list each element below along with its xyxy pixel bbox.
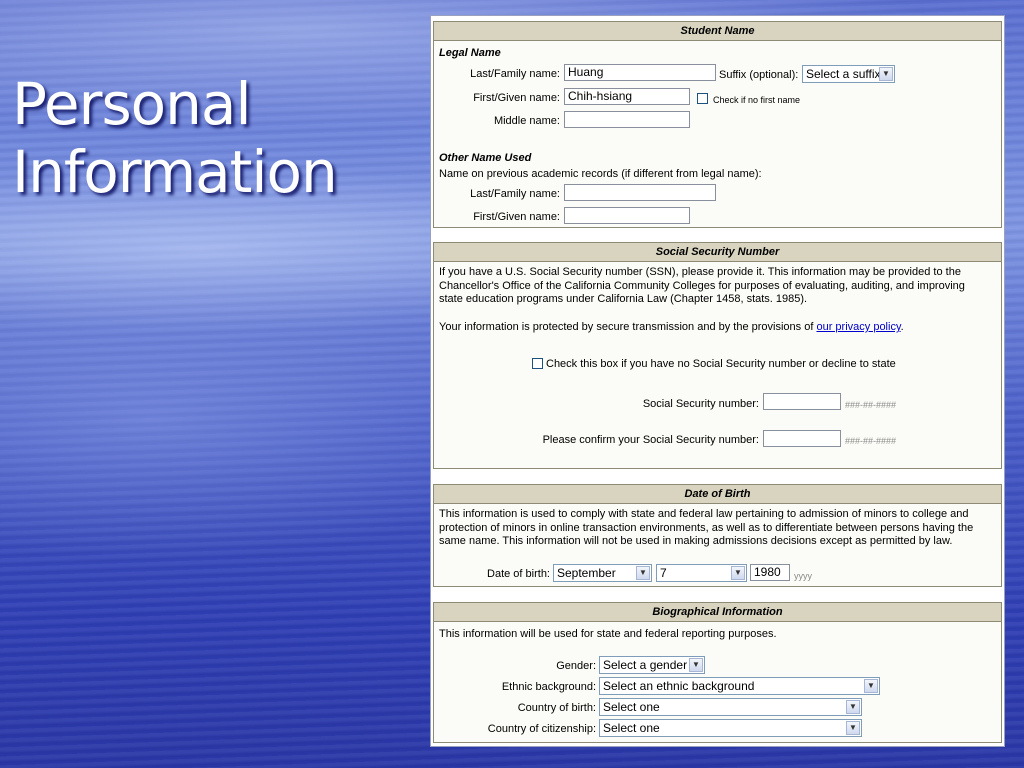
ssn-format-hint: ###-##-#### [845,400,897,410]
last-name-input[interactable]: Huang [564,64,716,81]
suffix-label: Suffix (optional): [719,69,799,81]
ssn-label: Social Security number: [642,398,759,410]
chevron-down-icon: ▼ [846,721,860,735]
student-name-section: Student Name Legal Name Last/Family name… [433,21,1002,228]
dob-intro: This information is used to comply with … [439,508,974,548]
slide-title-line-1: Personal [12,70,252,138]
last-name-label: Last/Family name: [470,68,560,80]
country-of-birth-select[interactable]: Select one ▼ [599,698,862,716]
chevron-down-icon: ▼ [731,566,745,580]
other-last-name-input[interactable] [564,184,716,201]
suffix-select[interactable]: Select a suffix ▼ [802,65,895,83]
section-header: Student Name [434,22,1001,41]
slide-title-line-2: Information [12,138,338,206]
section-header: Date of Birth [434,485,1001,504]
no-ssn-checkbox[interactable] [532,358,543,369]
other-last-name-label: Last/Family name: [470,188,560,200]
dob-month-select[interactable]: September ▼ [553,564,652,582]
suffix-select-value: Select a suffix [806,67,881,81]
dob-month-value: September [557,566,616,580]
section-header: Biographical Information [434,603,1001,622]
section-header: Social Security Number [434,243,1001,262]
middle-name-label: Middle name: [493,115,560,127]
country-of-citizenship-label: Country of citizenship: [487,723,596,735]
other-name-intro: Name on previous academic records (if di… [439,168,762,180]
country-of-birth-label: Country of birth: [517,702,596,714]
gender-label: Gender: [556,660,596,672]
country-of-citizenship-value: Select one [603,721,660,735]
slide-title: Personal Information [12,70,338,206]
other-first-name-input[interactable] [564,207,690,224]
other-name-heading: Other Name Used [439,152,532,164]
ethnic-background-value: Select an ethnic background [603,679,755,693]
chevron-down-icon: ▼ [879,67,893,81]
no-first-name-checkbox[interactable] [697,93,708,104]
chevron-down-icon: ▼ [689,658,703,672]
gender-select[interactable]: Select a gender ▼ [599,656,705,674]
privacy-text: Your information is protected by secure … [439,321,814,333]
privacy-line: Your information is protected by secure … [439,321,904,333]
ssn-input[interactable] [763,393,841,410]
ssn-confirm-input[interactable] [763,430,841,447]
chevron-down-icon: ▼ [864,679,878,693]
ssn-section: Social Security Number If you have a U.S… [433,242,1002,469]
legal-name-heading: Legal Name [439,47,501,59]
ethnic-background-label: Ethnic background: [501,681,596,693]
no-ssn-label: Check this box if you have no Social Sec… [546,358,896,370]
ssn-confirm-label: Please confirm your Social Security numb… [542,434,759,446]
privacy-end: . [900,321,904,333]
middle-name-input[interactable] [564,111,690,128]
dob-day-select[interactable]: 7 ▼ [656,564,747,582]
other-first-name-label: First/Given name: [473,211,560,223]
country-of-birth-value: Select one [603,700,660,714]
ssn-confirm-format-hint: ###-##-#### [845,436,897,446]
dob-year-hint: yyyy [794,571,812,581]
bio-section: Biographical Information This informatio… [433,602,1002,743]
chevron-down-icon: ▼ [636,566,650,580]
bio-intro: This information will be used for state … [439,628,777,640]
dob-section: Date of Birth This information is used t… [433,484,1002,587]
first-name-input[interactable]: Chih-hsiang [564,88,690,105]
dob-year-input[interactable]: 1980 [750,564,790,581]
no-first-name-label: Check if no first name [713,95,801,105]
privacy-policy-link[interactable]: our privacy policy [816,321,900,333]
country-of-citizenship-select[interactable]: Select one ▼ [599,719,862,737]
ssn-intro: If you have a U.S. Social Security numbe… [439,266,965,306]
chevron-down-icon: ▼ [846,700,860,714]
ethnic-background-select[interactable]: Select an ethnic background ▼ [599,677,880,695]
application-form: Student Name Legal Name Last/Family name… [430,15,1005,747]
dob-label: Date of birth: [487,568,550,580]
gender-select-value: Select a gender [603,658,688,672]
dob-day-value: 7 [660,566,667,580]
first-name-label: First/Given name: [473,92,560,104]
